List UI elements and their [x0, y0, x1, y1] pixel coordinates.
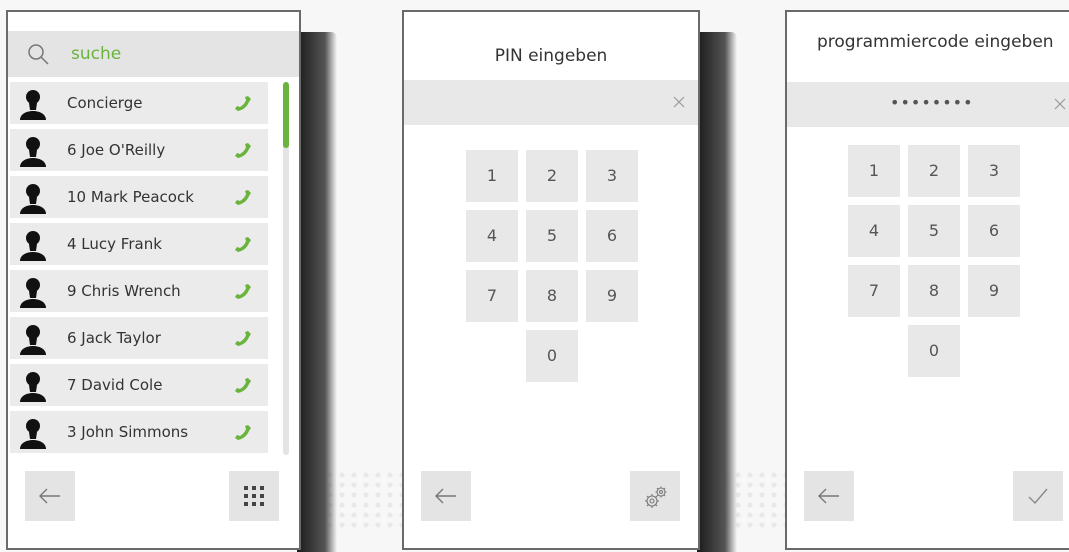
phone-icon[interactable] [232, 422, 254, 444]
person-icon [20, 90, 46, 120]
arrow-left-icon [818, 488, 839, 504]
person-icon [20, 231, 46, 261]
keypad-button[interactable] [229, 471, 279, 521]
contact-name: 3 John Simmons [67, 423, 189, 441]
page-title: programmiercode eingeben [817, 32, 1054, 52]
contact-row[interactable]: 4 Lucy Frank [10, 223, 268, 265]
checkmark-icon [1028, 488, 1048, 505]
keypad-grid-icon [244, 486, 264, 506]
contact-row[interactable]: 6 Jack Taylor [10, 317, 268, 359]
screen-shadow [297, 32, 337, 552]
key-6[interactable]: 6 [968, 205, 1020, 257]
key-1[interactable]: 1 [466, 150, 518, 202]
phone-icon[interactable] [232, 140, 254, 162]
key-8[interactable]: 8 [526, 270, 578, 322]
contact-name: Concierge [67, 94, 143, 112]
key-1[interactable]: 1 [848, 145, 900, 197]
person-icon [20, 325, 46, 355]
key-8[interactable]: 8 [908, 265, 960, 317]
settings-button[interactable] [630, 471, 680, 521]
key-4[interactable]: 4 [466, 210, 518, 262]
search-bar[interactable]: suche [8, 31, 299, 77]
key-5[interactable]: 5 [908, 205, 960, 257]
contact-row[interactable]: Concierge [10, 82, 268, 124]
back-button[interactable] [25, 471, 75, 521]
back-button[interactable] [421, 471, 471, 521]
key-2[interactable]: 2 [526, 150, 578, 202]
key-5[interactable]: 5 [526, 210, 578, 262]
contact-row[interactable]: 7 David Cole [10, 364, 268, 406]
person-icon [20, 137, 46, 167]
pin-screen: PIN eingeben 1 2 3 4 5 6 7 8 9 0 [402, 10, 700, 550]
contact-row[interactable]: 9 Chris Wrench [10, 270, 268, 312]
contact-name: 6 Jack Taylor [67, 329, 161, 347]
search-icon [28, 44, 49, 65]
phone-icon[interactable] [232, 93, 254, 115]
close-icon[interactable] [671, 94, 687, 110]
contact-row[interactable]: 3 John Simmons [10, 411, 268, 453]
arrow-left-icon [435, 488, 456, 504]
code-input[interactable]: •••••••• [787, 82, 1069, 127]
contact-name: 6 Joe O'Reilly [67, 141, 166, 159]
page-title: PIN eingeben [494, 46, 608, 66]
key-6[interactable]: 6 [586, 210, 638, 262]
code-masked-value: •••••••• [890, 93, 974, 112]
phone-icon[interactable] [232, 281, 254, 303]
contact-name: 7 David Cole [67, 376, 163, 394]
contact-row[interactable]: 6 Joe O'Reilly [10, 129, 268, 171]
screen-shadow [697, 32, 737, 552]
scrollbar-thumb[interactable] [283, 82, 289, 148]
phone-icon[interactable] [232, 375, 254, 397]
contact-name: 4 Lucy Frank [67, 235, 162, 253]
key-0[interactable]: 0 [908, 325, 960, 377]
scrollbar[interactable] [283, 82, 289, 455]
contact-name: 9 Chris Wrench [67, 282, 181, 300]
key-0[interactable]: 0 [526, 330, 578, 382]
contact-row[interactable]: 10 Mark Peacock [10, 176, 268, 218]
code-screen: programmiercode eingeben •••••••• 1 2 3 … [785, 10, 1069, 550]
person-icon [20, 184, 46, 214]
key-7[interactable]: 7 [848, 265, 900, 317]
arrow-left-icon [39, 488, 60, 504]
search-input[interactable]: suche [71, 44, 121, 64]
contact-name: 10 Mark Peacock [67, 188, 194, 206]
key-3[interactable]: 3 [586, 150, 638, 202]
key-9[interactable]: 9 [968, 265, 1020, 317]
pin-input[interactable] [404, 80, 698, 125]
key-3[interactable]: 3 [968, 145, 1020, 197]
person-icon [20, 278, 46, 308]
phone-icon[interactable] [232, 187, 254, 209]
back-button[interactable] [804, 471, 854, 521]
gears-icon [645, 486, 667, 508]
key-4[interactable]: 4 [848, 205, 900, 257]
key-9[interactable]: 9 [586, 270, 638, 322]
contacts-screen: suche Concierge 6 Joe O'Reilly 10 Mark P… [6, 10, 301, 550]
phone-icon[interactable] [232, 234, 254, 256]
key-7[interactable]: 7 [466, 270, 518, 322]
confirm-button[interactable] [1013, 471, 1063, 521]
person-icon [20, 372, 46, 402]
key-2[interactable]: 2 [908, 145, 960, 197]
person-icon [20, 419, 46, 449]
phone-icon[interactable] [232, 328, 254, 350]
close-icon[interactable] [1052, 96, 1068, 112]
